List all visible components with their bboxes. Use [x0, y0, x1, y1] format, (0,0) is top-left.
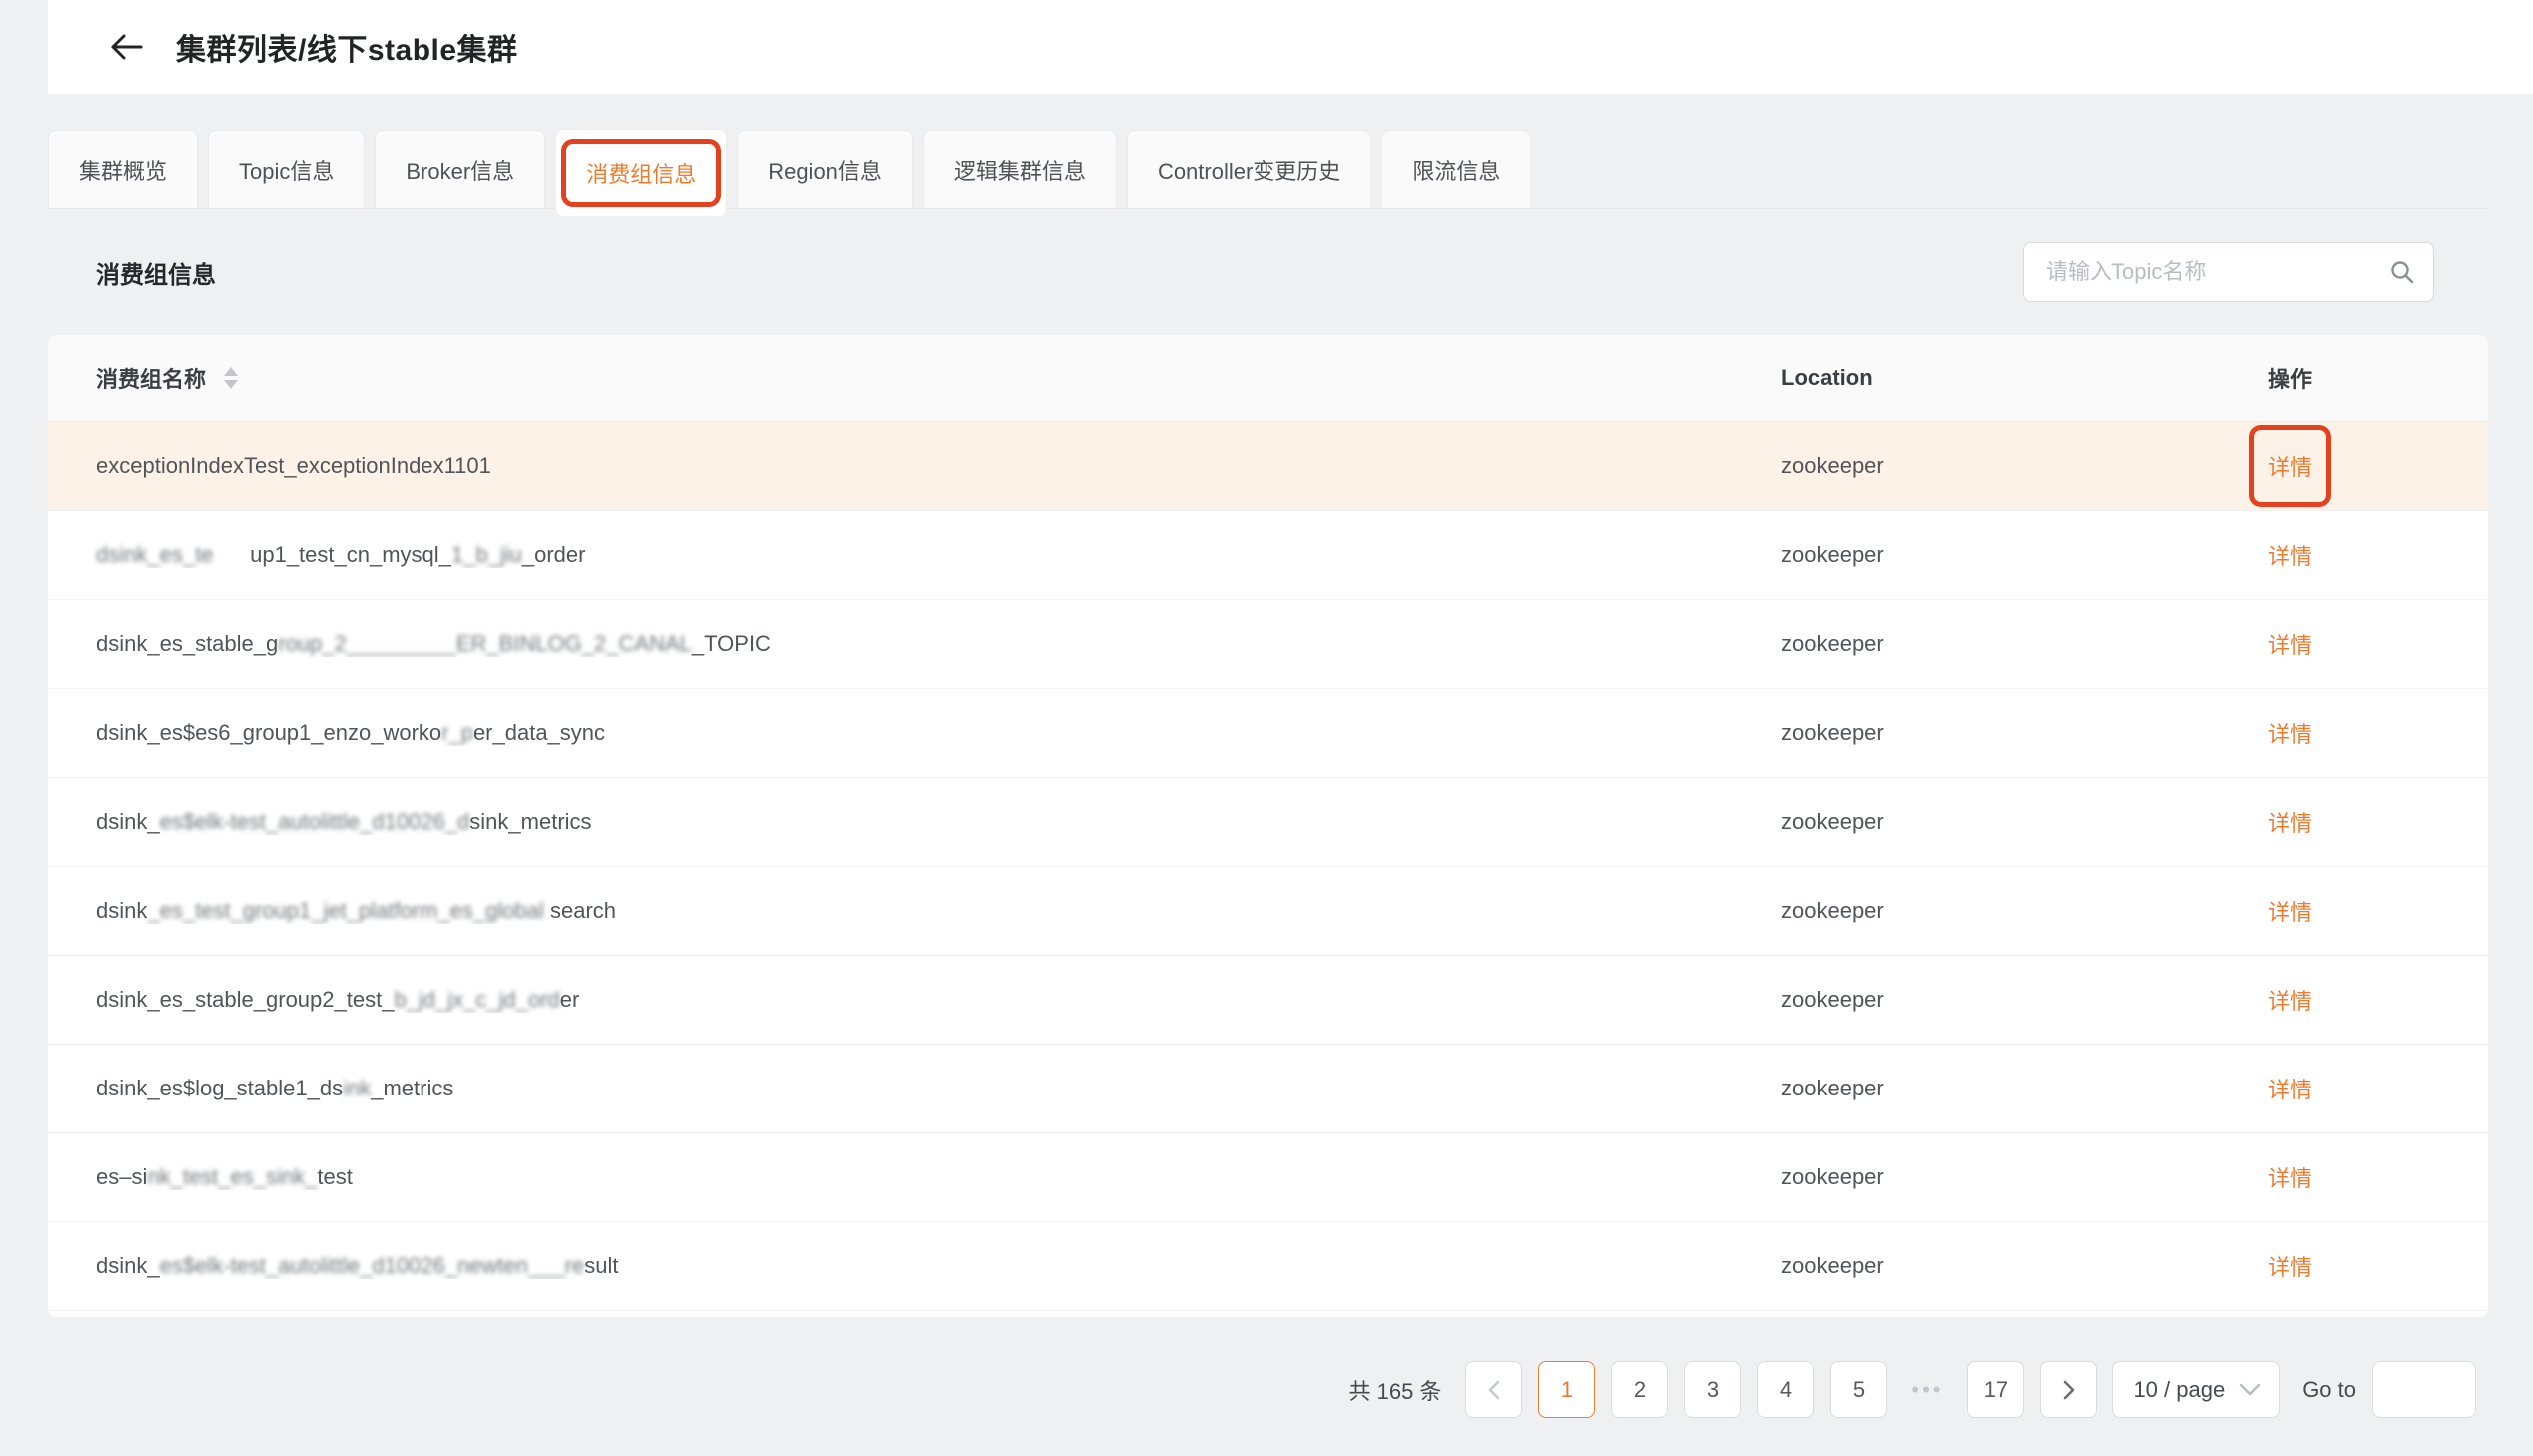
- consumer-group-table: 消费组名称 Location 操作 exceptionIndexTest_exc…: [48, 335, 2488, 1317]
- consumer-group-name: es–sink_test_es_sink_test: [48, 1164, 1781, 1190]
- content-area: 集群概览 Topic信息 Broker信息 消费组信息 Region信息 逻辑集…: [48, 130, 2488, 1418]
- detail-link[interactable]: 详情: [2268, 1166, 2312, 1191]
- action-cell: 详情: [2268, 984, 2488, 1016]
- tab-cluster-overview[interactable]: 集群概览: [48, 130, 198, 208]
- detail-link[interactable]: 详情: [2268, 811, 2312, 836]
- action-cell: 详情: [2268, 717, 2488, 749]
- goto-label: Go to: [2302, 1377, 2356, 1403]
- consumer-group-name: dsink_es$elk-test_autolittle_d10026_dsin…: [48, 809, 1781, 835]
- table-header-row: 消费组名称 Location 操作: [48, 335, 2488, 422]
- consumer-group-name: dsink_es$elk-test_autolittle_d10026_newt…: [48, 1253, 1781, 1279]
- consumer-group-name: dsink_es_test_group1_jet_platform_es_glo…: [48, 898, 1781, 924]
- prev-page-button[interactable]: [1465, 1361, 1522, 1418]
- detail-link[interactable]: 详情: [2268, 989, 2312, 1014]
- table-row: dsink_es_te up1_test_cn_mysql_1_b_jiu_or…: [48, 511, 2488, 600]
- detail-link[interactable]: 详情: [2268, 544, 2312, 569]
- next-page-button[interactable]: [2040, 1361, 2097, 1418]
- location-value: zookeeper: [1781, 809, 2268, 835]
- column-header-group-name: 消费组名称: [48, 363, 1781, 394]
- location-value: zookeeper: [1781, 1076, 2268, 1101]
- action-cell: 详情: [2268, 450, 2488, 482]
- search-icon[interactable]: [2389, 259, 2415, 285]
- chevron-right-icon: [2060, 1379, 2078, 1401]
- consumer-group-name: dsink_es_stable_group_2_________ER_BINLO…: [48, 631, 1781, 657]
- table-row: dsink_es_stable_group_2_________ER_BINLO…: [48, 600, 2488, 689]
- location-value: zookeeper: [1781, 453, 2268, 479]
- location-value: zookeeper: [1781, 987, 2268, 1013]
- consumer-group-name: dsink_es_te up1_test_cn_mysql_1_b_jiu_or…: [48, 542, 1781, 568]
- action-cell: 详情: [2268, 895, 2488, 927]
- action-cell: 详情: [2268, 1073, 2488, 1104]
- detail-link[interactable]: 详情: [2268, 455, 2312, 480]
- table-row: dsink_es$elk-test_autolittle_d10026_newt…: [48, 1222, 2488, 1311]
- more-pages-ellipsis[interactable]: •••: [1903, 1377, 1951, 1403]
- location-value: zookeeper: [1781, 1253, 2268, 1279]
- page-button-2[interactable]: 2: [1611, 1361, 1668, 1418]
- table-row: dsink_es_stable_group2_test_b_jd_jx_c_jd…: [48, 956, 2488, 1045]
- page-size-label: 10 / page: [2133, 1377, 2225, 1403]
- consumer-group-name: dsink_es_stable_group2_test_b_jd_jx_c_jd…: [48, 987, 1781, 1013]
- location-value: zookeeper: [1781, 1164, 2268, 1190]
- section-title: 消费组信息: [48, 255, 216, 290]
- top-bar: 集群列表/线下stable集群: [48, 0, 2533, 94]
- chevron-left-icon: [1485, 1379, 1503, 1401]
- detail-link[interactable]: 详情: [2268, 722, 2312, 747]
- page-button-1[interactable]: 1: [1538, 1361, 1595, 1418]
- back-button[interactable]: [106, 27, 146, 67]
- sort-asc-caret-icon: [224, 367, 238, 376]
- action-cell: 详情: [2268, 1161, 2488, 1193]
- tab-consumer-group-info[interactable]: 消费组信息: [555, 129, 727, 216]
- location-value: zookeeper: [1781, 898, 2268, 924]
- page-title: 集群列表/线下stable集群: [176, 25, 518, 69]
- tab-region-info[interactable]: Region信息: [737, 130, 913, 208]
- detail-link[interactable]: 详情: [2268, 900, 2312, 925]
- search-box: [2023, 242, 2434, 302]
- sort-desc-caret-icon: [224, 380, 238, 389]
- total-count-label: 共 165 条: [1349, 1374, 1442, 1406]
- detail-link[interactable]: 详情: [2268, 633, 2312, 658]
- action-cell: 详情: [2268, 628, 2488, 660]
- search-input[interactable]: [2046, 259, 2389, 285]
- location-value: zookeeper: [1781, 720, 2268, 746]
- table-row: exceptionIndexTest_exceptionIndex1101 zo…: [48, 422, 2488, 511]
- tab-broker-info[interactable]: Broker信息: [375, 130, 545, 208]
- arrow-left-icon: [108, 32, 144, 62]
- tab-topic-info[interactable]: Topic信息: [208, 130, 365, 208]
- tab-throttle-info[interactable]: 限流信息: [1381, 130, 1531, 208]
- action-cell: 详情: [2268, 539, 2488, 571]
- page-button-5[interactable]: 5: [1830, 1361, 1887, 1418]
- table-row: dsink_es$es6_group1_enzo_workor_per_data…: [48, 689, 2488, 778]
- consumer-group-name: dsink_es$es6_group1_enzo_workor_per_data…: [48, 720, 1781, 746]
- page-button-3[interactable]: 3: [1684, 1361, 1741, 1418]
- detail-link[interactable]: 详情: [2268, 1078, 2312, 1102]
- page-button-4[interactable]: 4: [1757, 1361, 1814, 1418]
- location-value: zookeeper: [1781, 631, 2268, 657]
- column-header-action: 操作: [2268, 363, 2488, 394]
- table-row: dsink_es$log_stable1_dsink_metrics zooke…: [48, 1045, 2488, 1133]
- table-body: exceptionIndexTest_exceptionIndex1101 zo…: [48, 422, 2488, 1317]
- goto-page-input[interactable]: [2372, 1361, 2476, 1418]
- tab-controller-change-history[interactable]: Controller变更历史: [1127, 130, 1371, 208]
- sort-icon[interactable]: [224, 367, 238, 389]
- action-cell: 详情: [2268, 1250, 2488, 1282]
- pagination: 共 165 条 1 2 3 4 5 ••• 17 10 / page Go to: [48, 1361, 2488, 1418]
- section-header: 消费组信息: [48, 209, 2488, 335]
- consumer-group-name: exceptionIndexTest_exceptionIndex1101: [48, 453, 1781, 479]
- column-header-location: Location: [1781, 365, 2268, 391]
- page-size-select[interactable]: 10 / page: [2112, 1361, 2280, 1418]
- page-button-last[interactable]: 17: [1967, 1361, 2024, 1418]
- table-row: dsink_es_test_group1_jet_platform_es_glo…: [48, 867, 2488, 956]
- table-row: es–sink_test_es_sink_test zookeeper 详情: [48, 1133, 2488, 1222]
- table-row: dsink_es$elk-test_autolittle_d10026_dsin…: [48, 778, 2488, 867]
- action-cell: 详情: [2268, 806, 2488, 838]
- tab-label: 消费组信息: [586, 157, 696, 189]
- tab-logical-cluster-info[interactable]: 逻辑集群信息: [923, 130, 1117, 208]
- tab-bar: 集群概览 Topic信息 Broker信息 消费组信息 Region信息 逻辑集…: [48, 130, 2488, 209]
- chevron-down-icon: [2239, 1383, 2261, 1397]
- detail-link[interactable]: 详情: [2268, 1255, 2312, 1280]
- location-value: zookeeper: [1781, 542, 2268, 568]
- consumer-group-name: dsink_es$log_stable1_dsink_metrics: [48, 1076, 1781, 1101]
